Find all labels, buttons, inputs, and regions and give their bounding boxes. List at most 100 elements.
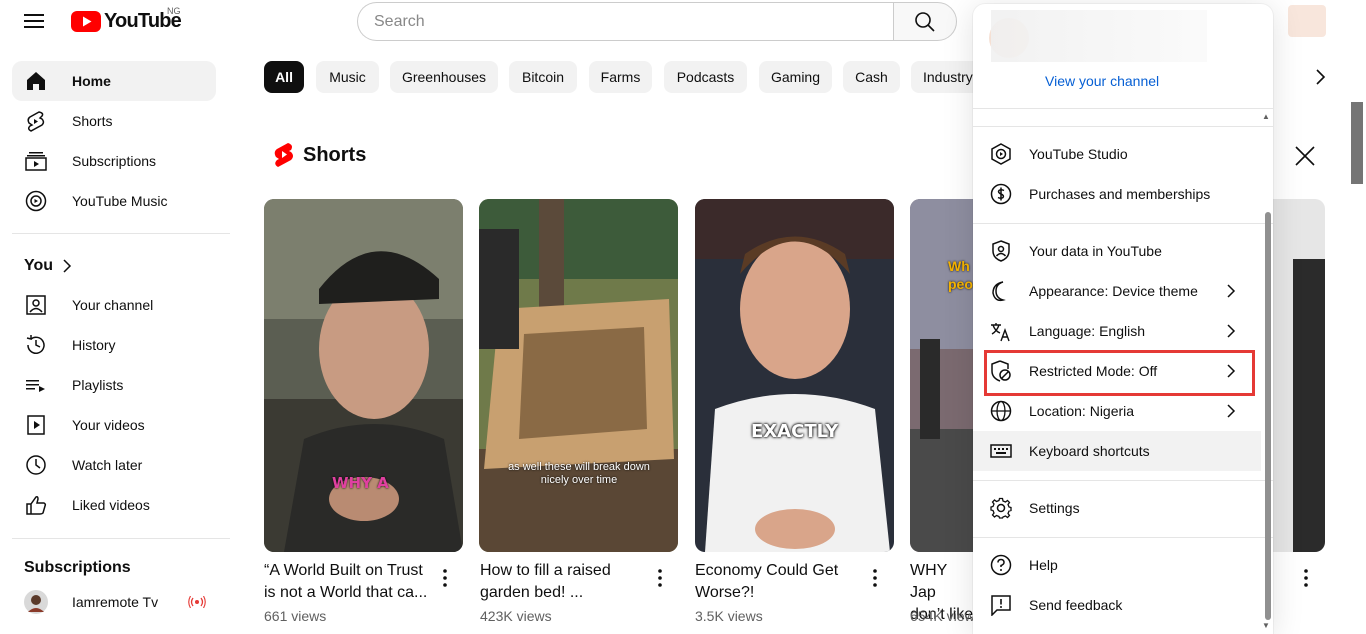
menu-item-send-feedback[interactable]: Send feedback — [973, 585, 1261, 625]
subscriptions-icon — [24, 149, 48, 173]
search-button[interactable] — [893, 2, 957, 41]
chevron-right-icon — [1219, 319, 1243, 343]
chip-podcasts[interactable]: Podcasts — [664, 61, 747, 93]
menu-item-youtube-studio[interactable]: YouTube Studio — [973, 134, 1261, 174]
short-title[interactable]: “A World Built on Trust is not a World t… — [264, 560, 434, 604]
menu-item-label: Settings — [1029, 500, 1080, 516]
short-thumbnail[interactable] — [1273, 199, 1325, 552]
menu-icon[interactable] — [22, 10, 48, 32]
menu-divider — [973, 480, 1273, 481]
chip-cash[interactable]: Cash — [843, 61, 900, 93]
menu-scrollbar[interactable] — [1265, 212, 1271, 620]
history-icon — [24, 333, 48, 357]
shorts-logo-icon — [274, 143, 293, 167]
music-icon — [24, 189, 48, 213]
view-channel-link[interactable]: View your channel — [1045, 73, 1159, 89]
sidebar-item-label: Home — [72, 73, 111, 89]
playlists-icon — [24, 373, 48, 397]
menu-scroll-up-icon[interactable]: ▲ — [1262, 112, 1270, 121]
help-icon — [989, 553, 1013, 577]
account-name-redacted — [991, 10, 1207, 62]
sidebar-item-home[interactable]: Home — [12, 61, 216, 101]
more-options-icon[interactable] — [1301, 568, 1311, 588]
chip-gaming[interactable]: Gaming — [759, 61, 832, 93]
menu-item-label: Keyboard shortcuts — [1029, 443, 1150, 459]
channel-icon — [24, 293, 48, 317]
menu-item-location[interactable]: Location: Nigeria — [973, 391, 1261, 431]
language-icon — [989, 319, 1013, 343]
studio-icon — [989, 142, 1013, 166]
chip-farms[interactable]: Farms — [589, 61, 652, 93]
restricted-mode-highlight — [984, 350, 1255, 396]
menu-item-label: Help — [1029, 557, 1058, 573]
sidebar-item-liked-videos[interactable]: Liked videos — [12, 485, 216, 525]
sidebar-item-youtube-music[interactable]: YouTube Music — [12, 181, 216, 221]
sidebar: Home Shorts Subscriptions YouTube Music … — [0, 44, 240, 634]
short-views: 661 views — [264, 608, 327, 624]
short-title[interactable]: Economy Could Get Worse?! — [695, 560, 855, 604]
menu-scroll-down-icon[interactable]: ▼ — [1262, 621, 1270, 630]
sidebar-item-label: Iamremote Tv — [72, 594, 159, 610]
menu-divider — [973, 126, 1273, 127]
menu-item-appearance[interactable]: Appearance: Device theme — [973, 271, 1261, 311]
menu-item-settings[interactable]: Settings — [973, 488, 1261, 528]
more-options-icon[interactable] — [440, 568, 450, 588]
more-options-icon[interactable] — [655, 568, 665, 588]
sidebar-item-playlists[interactable]: Playlists — [12, 365, 216, 405]
sidebar-divider — [12, 233, 230, 234]
chip-music[interactable]: Music — [316, 61, 379, 93]
shorts-icon — [24, 109, 48, 133]
short-thumbnail[interactable]: WHY A — [264, 199, 463, 552]
country-code: NG — [167, 6, 181, 16]
sidebar-item-shorts[interactable]: Shorts — [12, 101, 216, 141]
sidebar-item-subscription-channel[interactable]: Iamremote Tv — [12, 582, 216, 622]
short-caption: as well these will break down nicely ove… — [508, 461, 650, 486]
chevron-right-icon — [63, 259, 72, 273]
channel-avatar — [24, 590, 48, 614]
account-menu: View your channel ▲ YouTube Studio Purch… — [973, 4, 1273, 634]
chip-greenhouses[interactable]: Greenhouses — [390, 61, 498, 93]
watch-later-icon — [24, 453, 48, 477]
menu-divider — [973, 537, 1273, 538]
menu-item-your-data[interactable]: Your data in YouTube — [973, 231, 1261, 271]
sidebar-item-your-channel[interactable]: Your channel — [12, 285, 216, 325]
sidebar-item-your-videos[interactable]: Your videos — [12, 405, 216, 445]
page-scrollbar[interactable] — [1351, 102, 1363, 184]
youtube-logo-icon — [71, 10, 101, 32]
moon-icon — [989, 279, 1013, 303]
chevron-right-icon — [1219, 399, 1243, 423]
sidebar-item-watch-later[interactable]: Watch later — [12, 445, 216, 485]
menu-item-purchases[interactable]: Purchases and memberships — [973, 174, 1261, 214]
dollar-icon — [989, 182, 1013, 206]
sidebar-item-label: Watch later — [72, 457, 143, 473]
account-avatar[interactable] — [1288, 5, 1326, 37]
more-options-icon[interactable] — [870, 568, 880, 588]
chevron-right-icon — [1316, 69, 1326, 85]
sidebar-item-label: YouTube Music — [72, 193, 168, 209]
chip-bitcoin[interactable]: Bitcoin — [509, 61, 577, 93]
you-section-title[interactable]: You — [24, 257, 75, 275]
short-thumbnail[interactable]: EXACTLY — [695, 199, 894, 552]
chip-all[interactable]: All — [264, 61, 304, 93]
menu-item-label: Send feedback — [1029, 597, 1123, 613]
search-input[interactable]: Search — [357, 2, 894, 41]
youtube-logo[interactable]: YouTube NG — [71, 6, 182, 33]
short-title[interactable]: How to fill a raised garden bed! ... — [480, 560, 640, 604]
menu-item-label: Location: Nigeria — [1029, 403, 1135, 419]
close-shorts-button[interactable] — [1294, 145, 1316, 167]
sidebar-item-subscriptions[interactable]: Subscriptions — [12, 141, 216, 181]
feedback-icon — [989, 593, 1013, 617]
chips-next-button[interactable] — [1311, 68, 1329, 86]
home-icon — [24, 69, 48, 93]
menu-item-label: Your data in YouTube — [1029, 243, 1162, 259]
menu-item-help[interactable]: Help — [973, 545, 1261, 585]
sidebar-item-label: History — [72, 337, 116, 353]
menu-item-keyboard-shortcuts[interactable]: Keyboard shortcuts — [973, 431, 1261, 471]
menu-item-language[interactable]: Language: English — [973, 311, 1261, 351]
sidebar-item-history[interactable]: History — [12, 325, 216, 365]
short-views: 423K views — [480, 608, 552, 624]
like-icon — [24, 493, 48, 517]
short-thumbnail[interactable]: as well these will break down nicely ove… — [479, 199, 678, 552]
menu-item-label: YouTube Studio — [1029, 146, 1128, 162]
subscriptions-title-text: Subscriptions — [24, 559, 131, 576]
